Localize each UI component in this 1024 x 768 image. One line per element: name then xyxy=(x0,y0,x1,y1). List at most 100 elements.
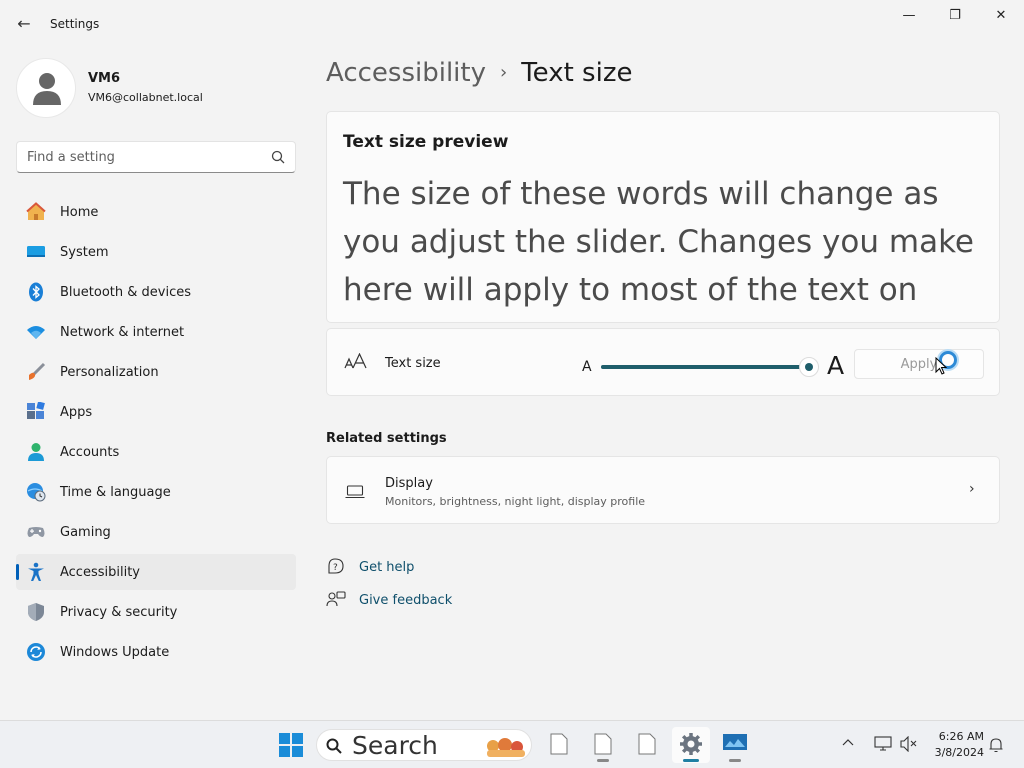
taskbar-search-label: Search xyxy=(352,731,438,760)
start-button[interactable] xyxy=(272,727,310,763)
sidebar-item-label: Network & internet xyxy=(60,325,185,340)
taskbar: Search 6:26 AM 3/8/2024 xyxy=(0,720,1024,768)
breadcrumb-parent[interactable]: Accessibility xyxy=(326,58,486,88)
tray-overflow-chevron-icon[interactable] xyxy=(842,735,854,749)
page-title: Text size xyxy=(521,58,633,88)
display-settings-link[interactable]: Display Monitors, brightness, night ligh… xyxy=(326,456,1000,524)
get-help-link[interactable]: ? Get help xyxy=(326,557,446,579)
sidebar-item-windows-update[interactable]: Windows Update xyxy=(16,634,296,670)
running-indicator xyxy=(597,759,609,762)
text-size-card: Text size A A Apply xyxy=(326,328,1000,396)
sidebar-item-network[interactable]: Network & internet xyxy=(16,314,296,350)
sidebar-item-personalization[interactable]: Personalization xyxy=(16,354,296,390)
text-size-label: Text size xyxy=(385,356,441,371)
slider-fill xyxy=(601,365,809,369)
accounts-icon xyxy=(28,443,44,461)
bluetooth-icon xyxy=(29,282,43,302)
preview-text: The size of these words will change as y… xyxy=(343,176,974,308)
system-icon xyxy=(27,246,45,257)
chevron-right-icon: › xyxy=(969,481,975,497)
gamepad-icon xyxy=(27,527,45,537)
sidebar-item-home[interactable]: Home xyxy=(16,194,296,230)
text-size-slider[interactable] xyxy=(601,355,819,379)
sidebar-item-label: Windows Update xyxy=(60,645,170,660)
sidebar-item-accounts[interactable]: Accounts xyxy=(16,434,296,470)
profile-name: VM6 xyxy=(88,71,121,86)
maximize-button[interactable]: ❐ xyxy=(932,0,978,32)
large-a-label: A xyxy=(827,351,845,380)
taskbar-app-file-3[interactable] xyxy=(628,727,666,763)
monitor-app-icon xyxy=(723,734,747,750)
sidebar-nav: Home System Bluetooth & devices Network … xyxy=(16,194,296,674)
sidebar-item-time-language[interactable]: Time & language xyxy=(16,474,296,510)
back-button[interactable]: ← xyxy=(10,12,38,36)
taskbar-app-settings[interactable] xyxy=(672,727,710,763)
system-clock[interactable]: 6:26 AM 3/8/2024 xyxy=(928,729,984,761)
active-indicator xyxy=(16,564,19,580)
app-title: Settings xyxy=(50,17,100,31)
breadcrumb-separator: › xyxy=(500,62,508,83)
search-icon xyxy=(326,738,342,754)
small-a-label: A xyxy=(582,359,592,375)
windows-logo-icon xyxy=(279,733,303,757)
profile-email: VM6@collabnet.local xyxy=(88,91,203,104)
taskbar-app-file-2[interactable] xyxy=(584,727,622,763)
help-icon: ? xyxy=(328,558,344,574)
clock-date: 3/8/2024 xyxy=(934,746,984,759)
apply-button[interactable]: Apply xyxy=(854,349,984,379)
sidebar-item-label: Accounts xyxy=(60,445,120,460)
slider-thumb[interactable] xyxy=(799,357,819,377)
shield-icon xyxy=(28,603,44,621)
sidebar-item-apps[interactable]: Apps xyxy=(16,394,296,430)
update-icon xyxy=(27,643,45,661)
give-feedback-label: Give feedback xyxy=(359,593,453,608)
svg-text:?: ? xyxy=(333,563,338,573)
user-profile[interactable]: VM6 VM6@collabnet.local xyxy=(16,58,296,118)
clock-time: 6:26 AM xyxy=(938,730,984,743)
gear-icon xyxy=(680,733,702,755)
sidebar-item-label: Time & language xyxy=(60,485,171,500)
sidebar-item-system[interactable]: System xyxy=(16,234,296,270)
volume-muted-icon[interactable] xyxy=(900,736,918,752)
text-size-icon xyxy=(344,353,367,369)
give-feedback-link[interactable]: Give feedback xyxy=(326,590,466,612)
running-indicator xyxy=(729,759,741,762)
search-input[interactable] xyxy=(17,142,257,172)
avatar xyxy=(16,58,76,118)
taskbar-app-file-1[interactable] xyxy=(540,727,578,763)
file-icon xyxy=(550,733,568,755)
display-title: Display xyxy=(385,476,433,491)
running-indicator xyxy=(683,759,699,762)
text-size-preview-card: Text size preview The size of these word… xyxy=(326,111,1000,323)
search-highlight-icon xyxy=(487,738,525,757)
laptop-icon xyxy=(345,485,365,499)
sidebar-item-privacy[interactable]: Privacy & security xyxy=(16,594,296,630)
sidebar-item-label: Personalization xyxy=(60,365,159,380)
notification-bell-icon[interactable] xyxy=(988,737,1004,753)
sidebar-item-label: Privacy & security xyxy=(60,605,178,620)
breadcrumb: Accessibility › Text size xyxy=(326,58,632,94)
taskbar-app-remote-desktop[interactable] xyxy=(716,727,754,763)
mouse-cursor-icon xyxy=(935,357,947,375)
sidebar-item-bluetooth[interactable]: Bluetooth & devices xyxy=(16,274,296,310)
sidebar-item-label: Gaming xyxy=(60,525,111,540)
preview-title: Text size preview xyxy=(343,132,509,152)
accessibility-icon xyxy=(28,562,44,581)
taskbar-search[interactable]: Search xyxy=(316,729,532,761)
sidebar-item-label: Home xyxy=(60,205,99,220)
sidebar-item-label: Apps xyxy=(60,405,93,420)
apps-icon xyxy=(27,402,45,419)
sidebar-item-label: Accessibility xyxy=(60,565,140,580)
sidebar-item-accessibility[interactable]: Accessibility xyxy=(16,554,296,590)
search-icon[interactable] xyxy=(271,150,285,164)
sidebar-item-label: Bluetooth & devices xyxy=(60,285,191,300)
title-bar: ← Settings — ❐ ✕ xyxy=(0,0,1024,48)
sidebar-item-gaming[interactable]: Gaming xyxy=(16,514,296,550)
close-button[interactable]: ✕ xyxy=(978,0,1024,32)
minimize-button[interactable]: — xyxy=(886,0,932,32)
file-icon xyxy=(638,733,656,755)
network-status-icon[interactable] xyxy=(874,736,892,752)
wifi-icon xyxy=(27,326,45,339)
display-subtitle: Monitors, brightness, night light, displ… xyxy=(385,495,646,508)
settings-search xyxy=(16,141,296,173)
